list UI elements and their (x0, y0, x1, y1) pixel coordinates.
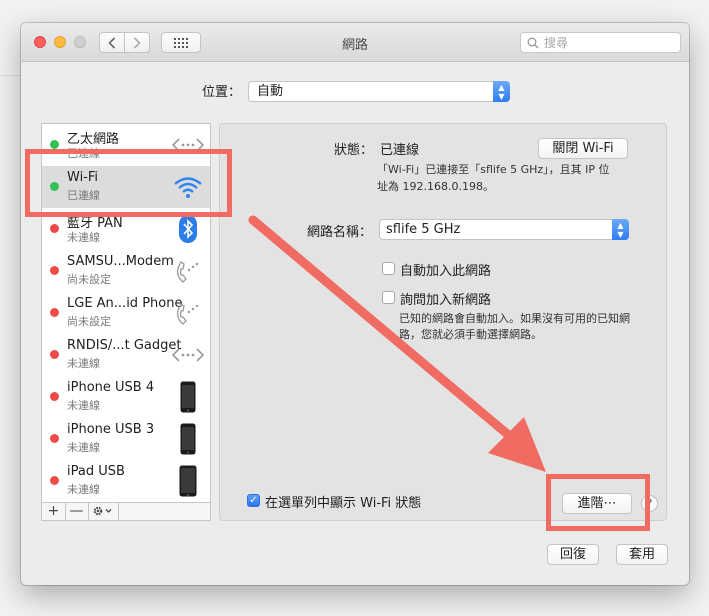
annotation-arrow (248, 215, 546, 472)
